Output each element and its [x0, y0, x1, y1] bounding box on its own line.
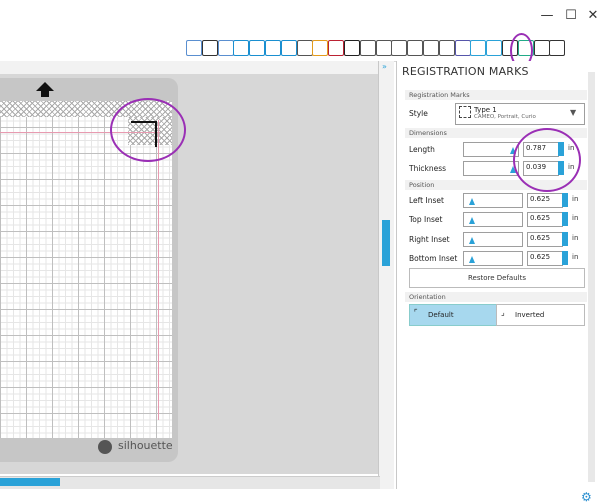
top-inset-decrement-button[interactable] — [562, 219, 568, 226]
top-ruler — [0, 61, 378, 75]
panel-title: REGISTRATION MARKS — [402, 65, 529, 78]
knife-icon[interactable] — [375, 40, 392, 56]
right-inset-unit: in — [572, 234, 579, 242]
orientation-default-label: Default — [428, 311, 454, 319]
shape-icon[interactable] — [265, 40, 281, 56]
star-icon[interactable] — [249, 40, 266, 56]
top-inset-slider-knob[interactable] — [469, 217, 475, 224]
chevron-down-icon[interactable]: ▼ — [570, 108, 576, 117]
lasso-icon[interactable] — [296, 40, 313, 56]
style-value-main: Type 1 — [474, 106, 497, 114]
vertical-ruler — [378, 61, 394, 489]
orientation-default-option[interactable]: ⌜ Default — [409, 304, 497, 326]
top-inset-label: Top Inset — [409, 215, 443, 224]
maximize-button[interactable]: ☐ — [560, 6, 582, 26]
lines-icon[interactable] — [312, 40, 329, 56]
bottom-inset-increment-button[interactable] — [562, 251, 568, 258]
move-icon[interactable] — [359, 40, 376, 56]
top-inset-unit: in — [572, 214, 579, 222]
minimize-button[interactable]: — — [536, 6, 558, 26]
left-inset-decrement-button[interactable] — [562, 200, 568, 207]
section-registration-marks: Registration Marks — [405, 90, 587, 100]
close-button[interactable]: ✕ — [582, 6, 600, 26]
left-inset-slider-knob[interactable] — [469, 198, 475, 205]
bottom-inset-value: 0.625 — [530, 253, 551, 261]
registration-icon[interactable] — [470, 40, 487, 56]
grid-icon[interactable] — [217, 40, 234, 56]
top-inset-value: 0.625 — [530, 214, 551, 222]
type1-mark-icon — [459, 106, 471, 118]
trace-icon[interactable] — [423, 40, 439, 56]
right-inset-label: Right Inset — [409, 235, 450, 244]
collapse-panel-icon[interactable]: » — [382, 62, 387, 71]
silhouette-logo-icon — [98, 440, 112, 454]
page-icon[interactable] — [201, 40, 218, 56]
restore-defaults-button[interactable]: Restore Defaults — [409, 268, 585, 288]
left-inset-increment-button[interactable] — [562, 193, 568, 200]
length-label: Length — [409, 145, 435, 154]
orientation-inverted-label: Inverted — [515, 311, 545, 319]
highlight-circle-dimensions — [513, 128, 581, 192]
highlight-circle-mark — [110, 98, 186, 162]
corner-default-icon: ⌜ — [414, 308, 418, 317]
right-inset-value: 0.625 — [530, 234, 551, 242]
orientation-inverted-option[interactable]: ⌟ Inverted — [496, 304, 585, 326]
pen-icon[interactable] — [391, 40, 408, 56]
horizontal-scroll-thumb[interactable] — [0, 478, 60, 486]
style-value-sub: CAMEO, Portrait, Curio — [474, 114, 536, 120]
top-inset-increment-button[interactable] — [562, 212, 568, 219]
corner-inverted-icon: ⌟ — [501, 308, 505, 317]
colors-icon[interactable] — [328, 40, 345, 56]
text-icon[interactable] — [344, 40, 360, 56]
cut-settings-icon[interactable] — [486, 40, 503, 56]
style-label: Style — [409, 109, 428, 118]
pentagon-icon[interactable] — [233, 40, 250, 56]
bottom-inset-slider-knob[interactable] — [469, 256, 475, 263]
panel-scrollbar[interactable] — [588, 72, 595, 482]
more-icon[interactable] — [549, 40, 566, 56]
left-inset-unit: in — [572, 195, 579, 203]
title-bar — [0, 0, 600, 34]
eraser-icon[interactable] — [533, 40, 550, 56]
send-icon[interactable] — [407, 40, 424, 56]
vertical-scroll-thumb[interactable] — [382, 220, 390, 266]
section-orientation: Orientation — [405, 292, 587, 302]
feed-direction-arrow-icon — [36, 82, 54, 91]
right-inset-decrement-button[interactable] — [562, 239, 568, 246]
bottom-inset-decrement-button[interactable] — [562, 258, 568, 265]
bottom-inset-unit: in — [572, 253, 579, 261]
right-inset-increment-button[interactable] — [562, 232, 568, 239]
bottom-inset-label: Bottom Inset — [409, 254, 458, 263]
replicate-icon[interactable] — [438, 40, 455, 56]
select-icon[interactable] — [186, 40, 202, 56]
left-inset-value: 0.625 — [530, 195, 551, 203]
left-inset-label: Left Inset — [409, 196, 444, 205]
right-inset-slider-knob[interactable] — [469, 237, 475, 244]
settings-gear-icon[interactable]: ⚙ — [581, 490, 592, 504]
house-icon[interactable] — [280, 40, 297, 56]
offset-icon[interactable] — [454, 40, 471, 56]
cut-border-vertical — [158, 120, 159, 420]
feed-direction-arrow-stem — [41, 91, 49, 97]
thickness-label: Thickness — [409, 164, 447, 173]
mat-brand: silhouette — [118, 439, 173, 452]
